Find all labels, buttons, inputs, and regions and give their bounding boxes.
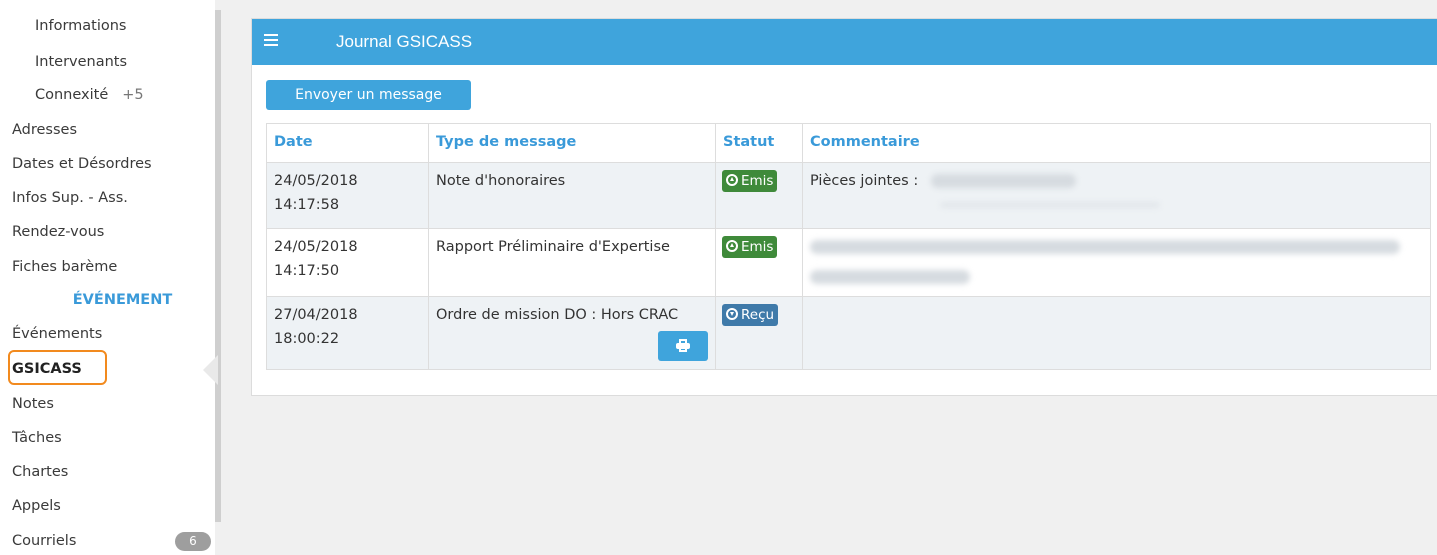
sidebar-item-label: Fiches barème: [12, 259, 118, 275]
sidebar-item-evenements[interactable]: Événements: [12, 320, 102, 348]
sidebar-item-gsicass[interactable]: GSICASS: [12, 355, 82, 383]
sidebar-item-label: Chartes: [12, 464, 69, 480]
date-cell: 24/05/2018 14:17:58: [266, 162, 429, 229]
comment-cell: [802, 296, 1431, 370]
panel-title: Journal GSICASS: [336, 32, 473, 51]
type-cell: Rapport Préliminaire d'Expertise: [428, 228, 716, 297]
journal-panel: Journal GSICASS Envoyer un message Date …: [251, 18, 1437, 396]
time-value: 14:17:58: [274, 197, 340, 213]
menu-icon[interactable]: [264, 34, 278, 48]
sidebar-item-label: Courriels: [12, 533, 77, 549]
sidebar-item-connexite[interactable]: Connexité +5: [35, 81, 144, 109]
sidebar-item-appels[interactable]: Appels: [12, 492, 61, 520]
comment-cell: [802, 228, 1431, 297]
status-badge: Reçu: [722, 304, 779, 326]
arrow-down-circle-icon: [726, 308, 738, 320]
status-badge: Emis: [722, 236, 778, 258]
printer-icon: [676, 339, 690, 352]
sidebar-item-label: Intervenants: [35, 54, 128, 70]
date-value: 27/04/2018: [274, 307, 358, 323]
column-header-type[interactable]: Type de message: [428, 123, 716, 163]
status-label: Emis: [741, 239, 774, 255]
sidebar-item-dates-desordres[interactable]: Dates et Désordres: [12, 150, 152, 178]
sidebar-item-label: GSICASS: [12, 361, 82, 377]
status-cell: Emis: [715, 162, 803, 229]
sidebar-item-adresses[interactable]: Adresses: [12, 116, 77, 144]
sidebar-item-courriels[interactable]: Courriels 6: [12, 527, 212, 555]
sidebar-item-label: Dates et Désordres: [12, 156, 152, 172]
column-header-status[interactable]: Statut: [715, 123, 803, 163]
sidebar-item-infos-sup[interactable]: Infos Sup. - Ass.: [12, 184, 128, 212]
date-value: 24/05/2018: [274, 239, 358, 255]
sidebar-item-taches[interactable]: Tâches: [12, 424, 62, 452]
sidebar-item-label: Rendez-vous: [12, 224, 105, 240]
sidebar-item-intervenants[interactable]: Intervenants: [35, 48, 127, 76]
comment-text: Pièces jointes :: [810, 173, 919, 189]
sidebar-item-label: Tâches: [12, 430, 62, 446]
comment-cell: Pièces jointes :: [802, 162, 1431, 229]
type-value: Ordre de mission DO : Hors CRAC: [436, 307, 679, 323]
sidebar-item-label: Événements: [12, 326, 103, 342]
sidebar-item-fiches-bareme[interactable]: Fiches barème: [12, 253, 117, 281]
column-header-date[interactable]: Date: [266, 123, 429, 163]
sidebar-item-label: Connexité: [35, 87, 109, 103]
status-label: Emis: [741, 173, 774, 189]
sidebar-item-notes[interactable]: Notes: [12, 390, 54, 418]
panel-header: Journal GSICASS: [252, 19, 1437, 65]
sidebar-item-label: Appels: [12, 498, 61, 514]
sidebar: Informations Intervenants Connexité +5 Ad…: [0, 0, 215, 555]
print-button[interactable]: [658, 331, 708, 361]
sidebar-section-evenement: ÉVÉNEMENT: [72, 292, 173, 308]
status-label: Reçu: [741, 307, 775, 323]
redacted-comment: [810, 240, 1400, 254]
time-value: 18:00:22: [274, 331, 340, 347]
date-value: 24/05/2018: [274, 173, 358, 189]
arrow-up-circle-icon: [726, 240, 738, 252]
status-cell: Emis: [715, 228, 803, 297]
date-cell: 27/04/2018 18:00:22: [266, 296, 429, 370]
sidebar-item-label: Adresses: [12, 122, 78, 138]
redacted-comment: [810, 270, 970, 284]
send-message-button[interactable]: Envoyer un message: [266, 80, 471, 110]
status-cell: Reçu: [715, 296, 803, 370]
sidebar-item-rendez-vous[interactable]: Rendez-vous: [12, 218, 104, 246]
table-row[interactable]: 24/05/2018 14:17:50 Rapport Préliminaire…: [266, 228, 1431, 297]
status-badge: Emis: [722, 170, 778, 192]
courriels-count-badge: 6: [175, 532, 211, 551]
redacted-attachment: [940, 202, 1160, 208]
sidebar-item-chartes[interactable]: Chartes: [12, 458, 68, 486]
sidebar-item-label: Infos Sup. - Ass.: [12, 190, 128, 206]
active-pointer-arrow: [203, 355, 218, 385]
sidebar-item-label: Informations: [35, 18, 127, 34]
redacted-attachment: [930, 174, 1076, 188]
table-row[interactable]: 24/05/2018 14:17:58 Note d'honoraires Em…: [266, 162, 1431, 229]
arrow-up-circle-icon: [726, 174, 738, 186]
journal-table: Date Type de message Statut Commentaire …: [266, 123, 1431, 370]
table-row[interactable]: 27/04/2018 18:00:22 Ordre de mission DO …: [266, 296, 1431, 370]
sidebar-item-label: Notes: [12, 396, 54, 412]
time-value: 14:17:50: [274, 263, 340, 279]
table-header-row: Date Type de message Statut Commentaire: [266, 123, 1431, 163]
connexite-count: +5: [122, 87, 144, 103]
date-cell: 24/05/2018 14:17:50: [266, 228, 429, 297]
column-header-comment[interactable]: Commentaire: [802, 123, 1431, 163]
sidebar-item-informations[interactable]: Informations: [35, 12, 127, 40]
type-cell: Note d'honoraires: [428, 162, 716, 229]
